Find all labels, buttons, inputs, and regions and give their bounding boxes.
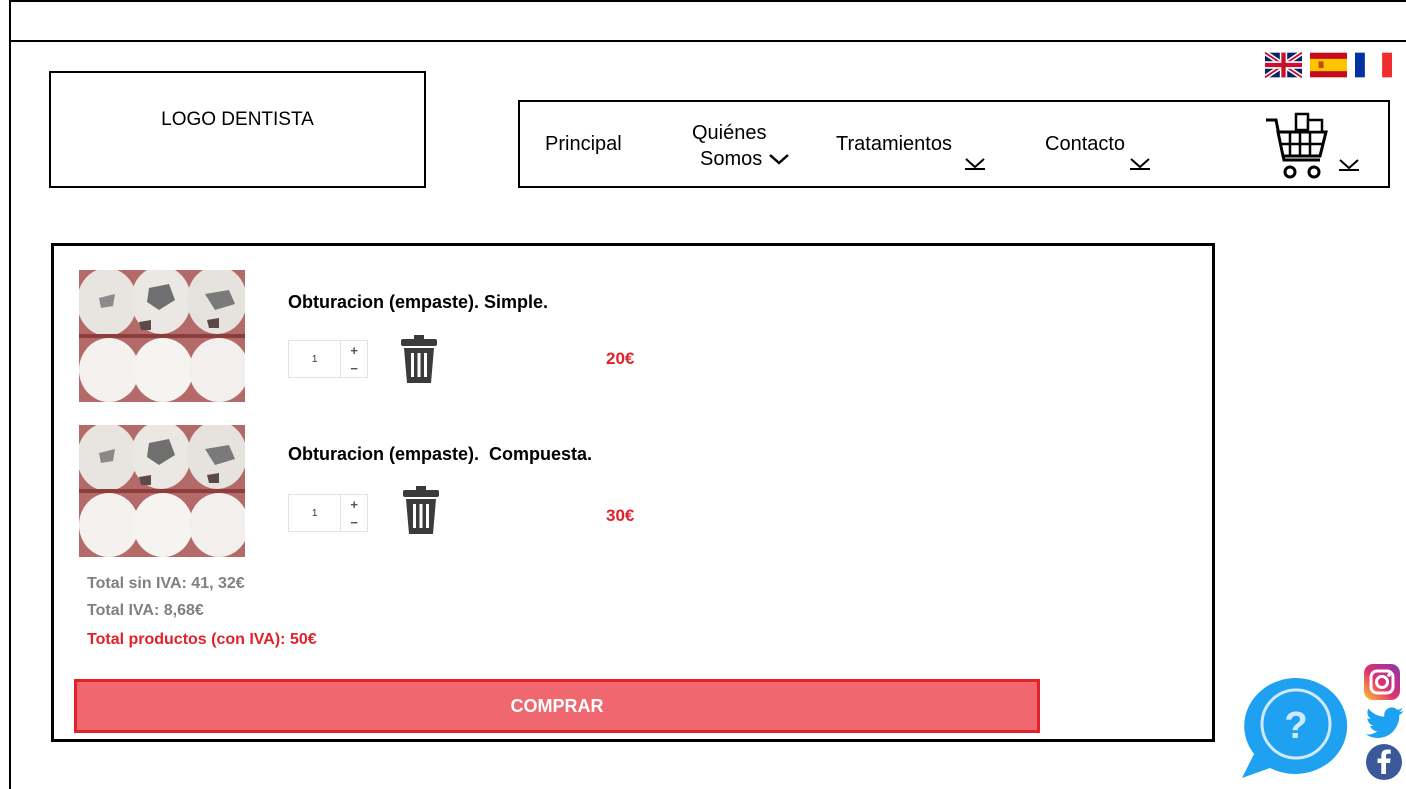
nav-item-principal[interactable]: Principal [545,133,622,156]
chevron-down-icon [768,154,789,165]
logo[interactable]: LOGO DENTISTA [49,71,426,188]
product-price: 20€ [606,349,635,368]
increment-button[interactable]: + [341,495,367,513]
trash-icon[interactable] [401,335,437,383]
top-bar [9,0,1406,42]
product-image[interactable] [79,425,245,557]
nav-item-tratamientos[interactable]: Tratamientos [836,133,985,170]
decrement-button[interactable]: − [341,359,367,377]
quantity-stepper[interactable]: 1 + − [288,494,368,532]
dropdown-arrow-icon [965,158,985,170]
nav-item-quienes-somos[interactable]: Quiénes Somos [692,120,790,172]
product-name: Obturacion (empaste). Simple. [288,292,549,312]
product-image[interactable] [79,270,245,402]
nav-label: Somos [700,148,763,170]
cart-menu[interactable] [1260,106,1360,188]
total-productos: Total productos (con IVA): 50€ [87,631,317,648]
twitter-icon[interactable] [1366,707,1404,739]
dropdown-arrow-icon [1130,158,1150,170]
help-symbol: ? [1284,705,1307,747]
uk-flag-icon[interactable] [1265,52,1302,78]
nav-item-contacto[interactable]: Contacto [1045,133,1150,170]
nav-label: Tratamientos [836,133,952,155]
shopping-cart-icon [1266,112,1328,179]
decrement-button[interactable]: − [341,513,367,531]
total-sin-iva: Total sin IVA: 41, 32€ [87,575,245,592]
facebook-icon[interactable] [1366,744,1402,780]
language-selector [1265,52,1392,80]
dropdown-arrow-icon [1339,159,1359,171]
instagram-icon[interactable] [1364,664,1400,700]
quantity-value[interactable]: 1 [289,495,340,531]
product-name: Obturacion (empaste). Compuesta. [288,444,593,464]
spain-flag-icon[interactable] [1310,52,1347,78]
nav-label: Contacto [1045,133,1126,155]
page-border [9,40,11,789]
quantity-stepper[interactable]: 1 + − [288,340,368,378]
nav-label: Quiénes [692,122,767,144]
logo-text: LOGO DENTISTA [161,108,314,130]
buy-button-label: COMPRAR [510,695,604,716]
nav-label: Principal [545,133,622,155]
main-nav: Principal Quiénes Somos Tratamientos Con… [518,100,1390,188]
buy-button[interactable]: COMPRAR [74,679,1040,733]
increment-button[interactable]: + [341,341,367,359]
product-price: 30€ [606,506,635,525]
france-flag-icon[interactable] [1355,52,1392,78]
trash-icon[interactable] [403,486,439,534]
quantity-value[interactable]: 1 [289,341,340,377]
total-iva: Total IVA: 8,68€ [87,602,204,619]
help-chat-icon[interactable]: ? [1240,676,1352,780]
